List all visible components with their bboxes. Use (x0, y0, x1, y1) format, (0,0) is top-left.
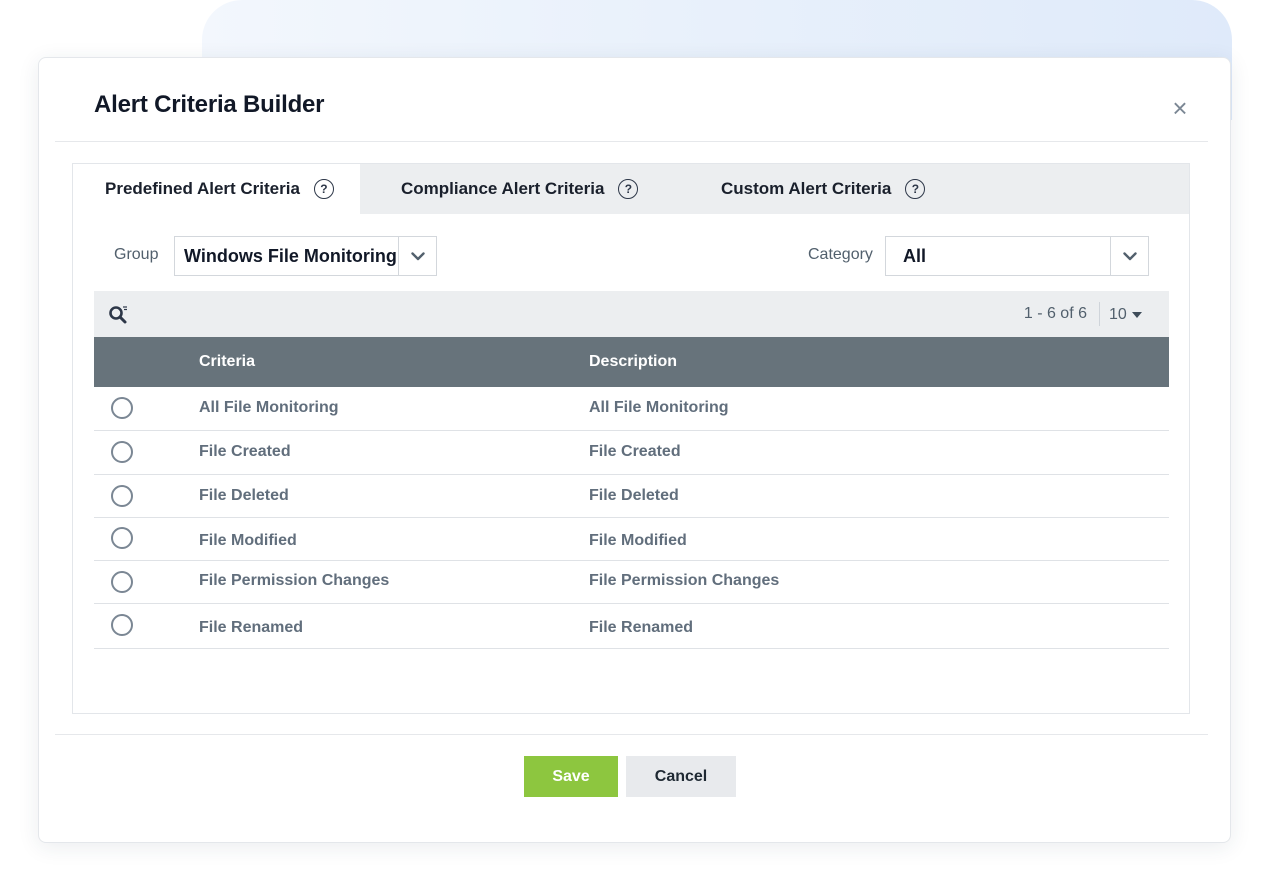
table-header: Criteria Description (94, 337, 1169, 387)
tab-label: Predefined Alert Criteria (105, 179, 300, 198)
table-toolbar: 1 - 6 of 6 10 (94, 291, 1169, 337)
table-row[interactable]: All File Monitoring All File Monitoring (94, 387, 1169, 431)
pagination-info: 1 - 6 of 6 (1023, 305, 1087, 322)
page-size-select[interactable]: 10 (1109, 304, 1165, 326)
description-cell: File Created (589, 443, 681, 460)
tab-label: Compliance Alert Criteria (401, 179, 605, 198)
close-icon[interactable]: × (1170, 95, 1190, 121)
row-radio[interactable] (111, 614, 133, 636)
tab-predefined-alert-criteria[interactable]: Predefined Alert Criteria ? (73, 164, 360, 214)
help-icon[interactable]: ? (618, 179, 639, 199)
dialog-title: Alert Criteria Builder (94, 91, 325, 118)
column-header-criteria[interactable]: Criteria (199, 353, 255, 371)
footer-divider (55, 734, 1208, 735)
help-icon[interactable]: ? (905, 179, 926, 199)
description-cell: File Deleted (589, 487, 679, 504)
table-row[interactable]: File Modified File Modified (94, 518, 1169, 561)
category-label: Category (808, 246, 873, 263)
table-row[interactable]: File Permission Changes File Permission … (94, 561, 1169, 604)
criteria-cell: File Modified (199, 532, 297, 549)
tab-compliance-alert-criteria[interactable]: Compliance Alert Criteria ? (401, 164, 639, 214)
category-select-value: All (903, 245, 927, 266)
save-button[interactable]: Save (524, 756, 618, 797)
category-select[interactable]: All (885, 236, 1149, 276)
group-select-value: Windows File Monitoring (184, 245, 397, 266)
tab-bar: Predefined Alert Criteria ? Compliance A… (73, 164, 1189, 214)
criteria-cell: File Renamed (199, 619, 304, 636)
row-radio[interactable] (111, 441, 133, 463)
row-radio[interactable] (111, 571, 133, 593)
chevron-down-icon (1110, 237, 1148, 275)
header-divider (55, 141, 1208, 142)
column-header-description[interactable]: Description (589, 353, 677, 371)
description-cell: File Modified (589, 532, 687, 549)
row-radio[interactable] (111, 485, 133, 507)
group-select[interactable]: Windows File Monitoring (174, 236, 437, 276)
pagination-divider (1099, 302, 1100, 326)
table-row[interactable]: File Deleted File Deleted (94, 475, 1169, 518)
search-icon[interactable] (108, 304, 130, 326)
criteria-cell: All File Monitoring (199, 399, 339, 416)
criteria-panel: Predefined Alert Criteria ? Compliance A… (72, 163, 1190, 714)
page-size-value: 10 (1109, 306, 1127, 323)
chevron-down-icon (398, 237, 436, 275)
help-icon[interactable]: ? (313, 179, 334, 199)
tab-label: Custom Alert Criteria (721, 179, 892, 198)
description-cell: File Permission Changes (589, 572, 780, 589)
alert-criteria-dialog: Alert Criteria Builder × Predefined Aler… (38, 57, 1231, 843)
description-cell: File Renamed (589, 619, 694, 636)
criteria-cell: File Permission Changes (199, 572, 390, 589)
cancel-button[interactable]: Cancel (626, 756, 736, 797)
criteria-cell: File Created (199, 443, 291, 460)
row-radio[interactable] (111, 527, 133, 549)
caret-down-icon (1131, 312, 1142, 318)
table-row[interactable]: File Created File Created (94, 431, 1169, 475)
row-radio[interactable] (111, 397, 133, 419)
tab-custom-alert-criteria[interactable]: Custom Alert Criteria ? (721, 164, 926, 214)
table-row[interactable]: File Renamed File Renamed (94, 604, 1169, 649)
description-cell: All File Monitoring (589, 399, 729, 416)
group-label: Group (114, 246, 159, 263)
criteria-cell: File Deleted (199, 487, 289, 504)
